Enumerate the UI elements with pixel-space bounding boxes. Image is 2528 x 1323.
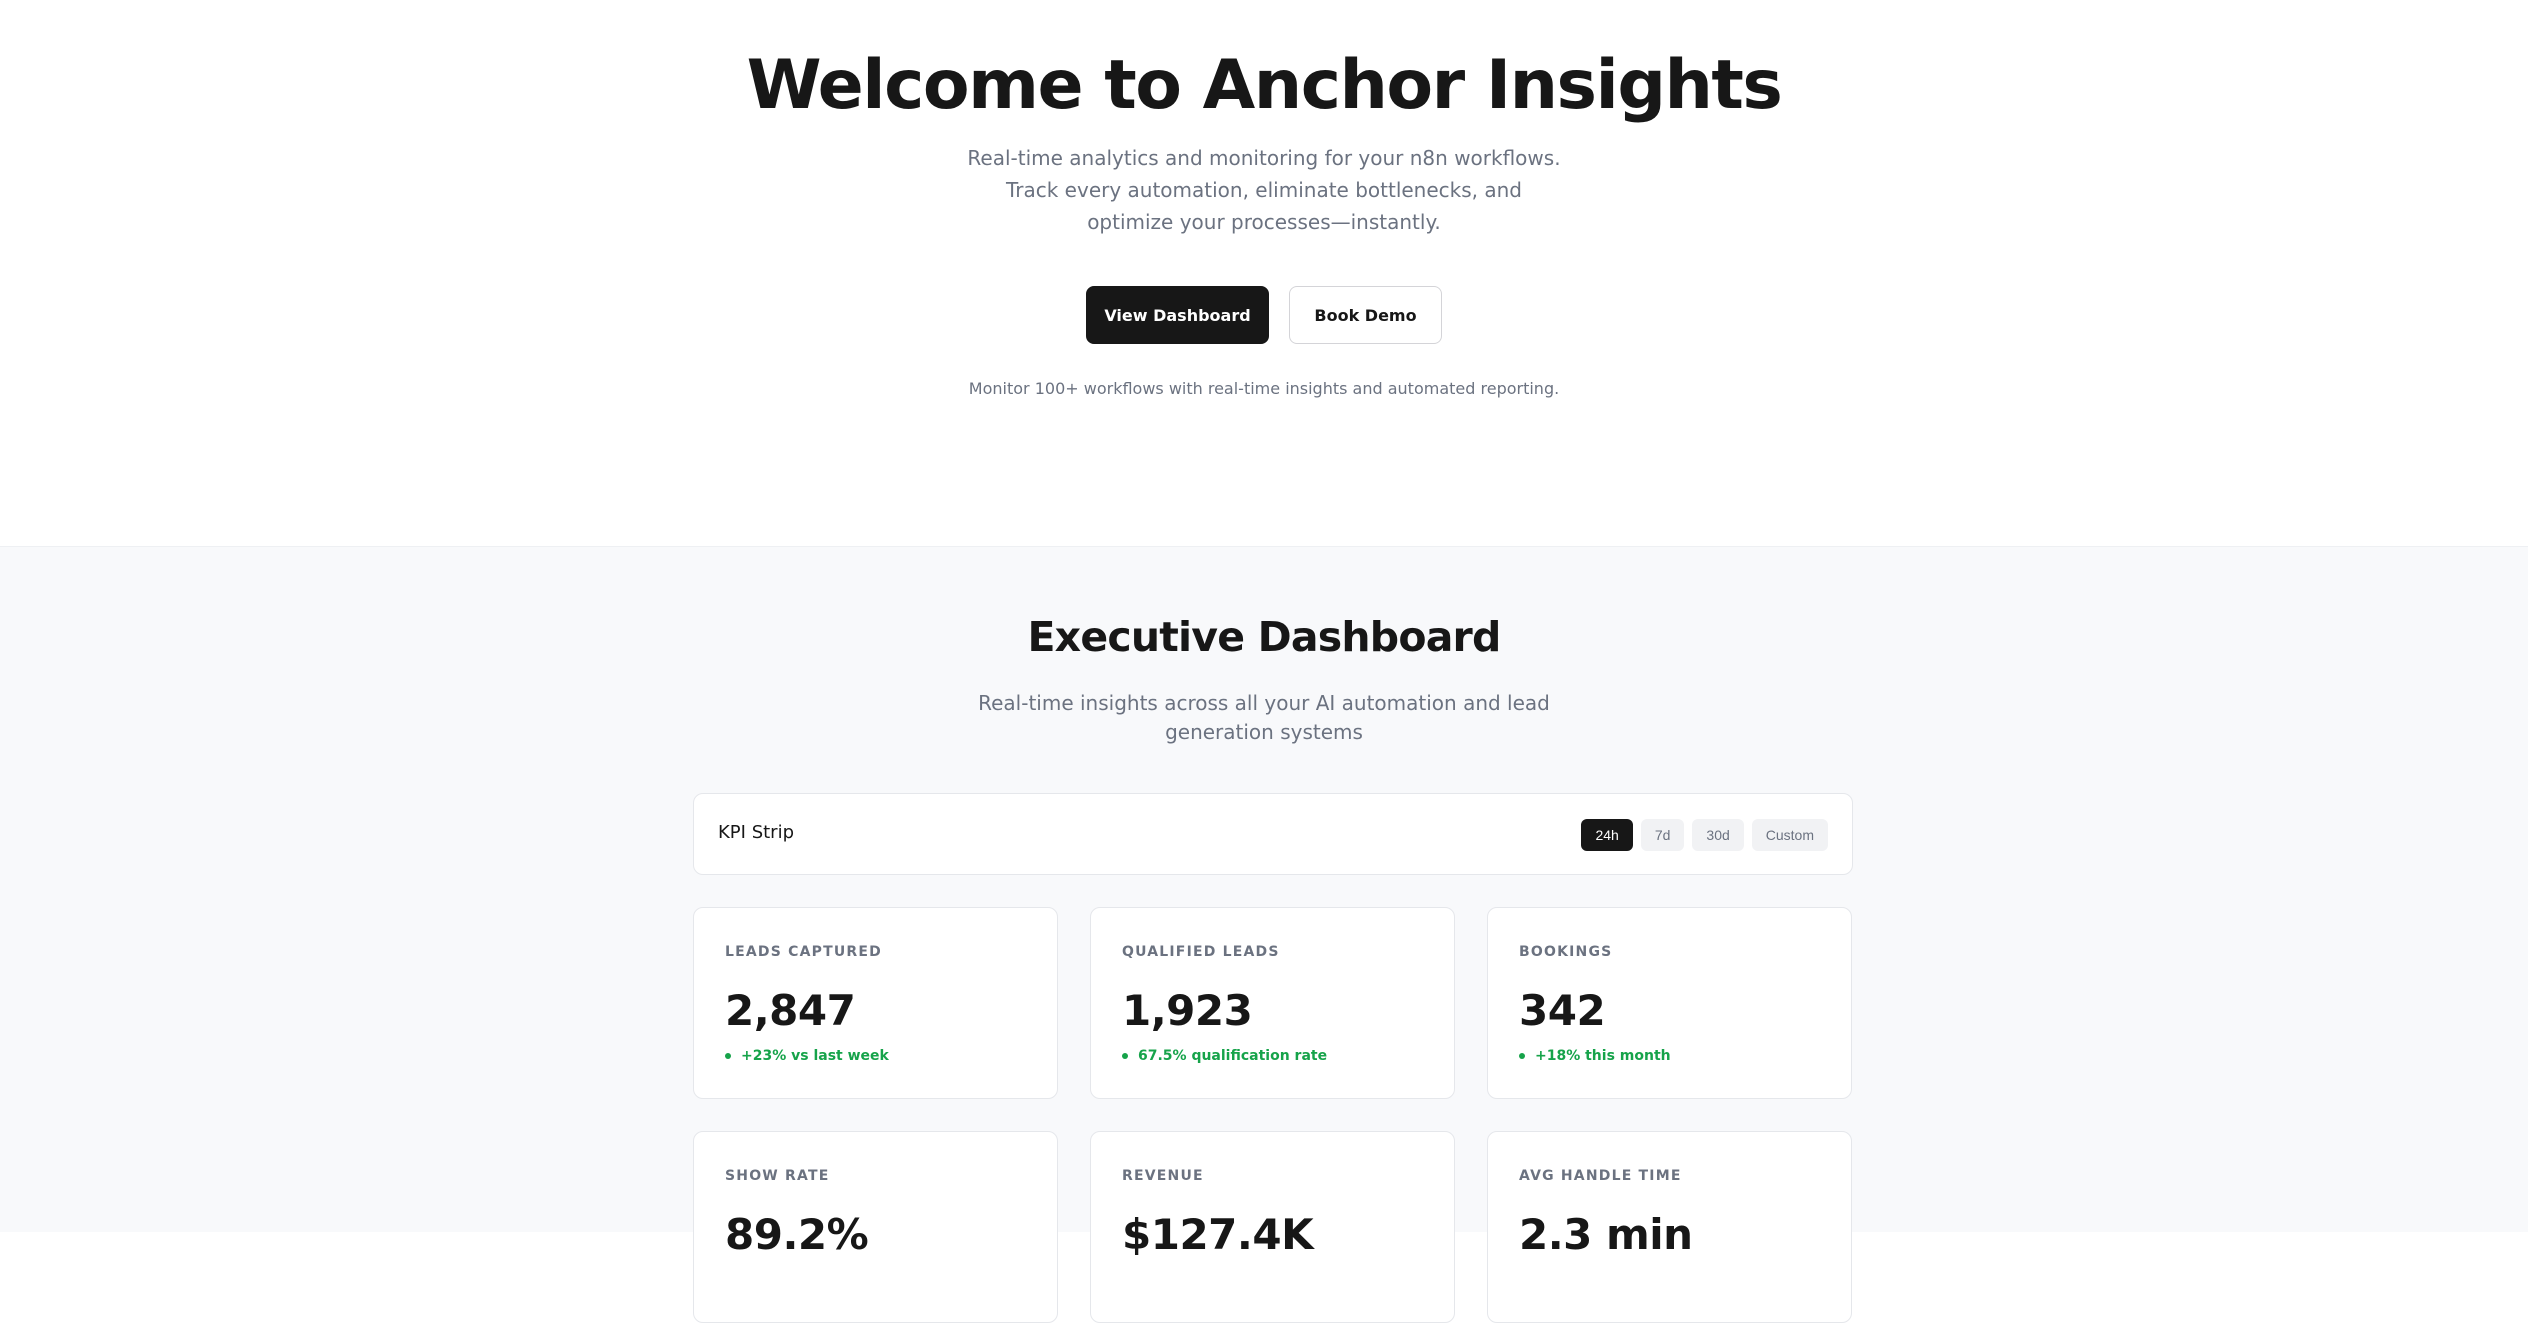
kpi-cards-grid: LEADS CAPTURED 2,847 +23% vs last week Q… xyxy=(693,907,1853,1323)
kpi-card-value: 89.2% xyxy=(725,1210,869,1259)
kpi-card-label: BOOKINGS xyxy=(1519,944,1613,960)
range-custom-button[interactable]: Custom xyxy=(1751,819,1828,851)
kpi-card-revenue: REVENUE $127.4K xyxy=(1090,1131,1455,1323)
status-dot-icon xyxy=(1519,1053,1525,1059)
kpi-card-label: REVENUE xyxy=(1122,1168,1204,1184)
kpi-card-value: $127.4K xyxy=(1122,1210,1314,1259)
kpi-card-qualified-leads: QUALIFIED LEADS 1,923 67.5% qualificatio… xyxy=(1090,907,1455,1099)
kpi-card-label: SHOW RATE xyxy=(725,1168,830,1184)
time-range-selector: 24h 7d 30d Custom xyxy=(1581,819,1828,851)
hero-title: Welcome to Anchor Insights xyxy=(746,46,1783,125)
hero-note: Monitor 100+ workflows with real-time in… xyxy=(968,379,1560,398)
hero-subtitle: Real-time analytics and monitoring for y… xyxy=(967,146,1561,234)
kpi-card-value: 2,847 xyxy=(725,986,856,1035)
range-7d-button[interactable]: 7d xyxy=(1640,819,1685,851)
view-dashboard-button[interactable]: View Dashboard xyxy=(1086,286,1269,344)
kpi-card-delta-text: 67.5% qualification rate xyxy=(1138,1048,1328,1064)
hero-section: Welcome to Anchor Insights Real-time ana… xyxy=(0,0,2528,546)
kpi-card-value: 2.3 min xyxy=(1519,1210,1693,1259)
executive-dashboard-section: Executive Dashboard Real-time insights a… xyxy=(0,546,2528,1323)
kpi-card-show-rate: SHOW RATE 89.2% xyxy=(693,1131,1058,1323)
kpi-strip-label: KPI Strip xyxy=(718,822,794,843)
dashboard-subtitle: Real-time insights across all your AI au… xyxy=(978,691,1550,744)
kpi-card-avg-handle-time: AVG HANDLE TIME 2.3 min xyxy=(1487,1131,1852,1323)
kpi-card-delta: 67.5% qualification rate xyxy=(1122,1048,1327,1064)
range-24h-button[interactable]: 24h xyxy=(1581,819,1633,851)
dashboard-title: Executive Dashboard xyxy=(1027,613,1501,661)
book-demo-button[interactable]: Book Demo xyxy=(1289,286,1442,344)
range-30d-button[interactable]: 30d xyxy=(1692,819,1744,851)
hero-buttons: View Dashboard Book Demo xyxy=(0,286,2528,344)
kpi-card-value: 342 xyxy=(1519,986,1606,1035)
status-dot-icon xyxy=(1122,1053,1128,1059)
kpi-card-label: QUALIFIED LEADS xyxy=(1122,944,1280,960)
kpi-card-delta-text: +23% vs last week xyxy=(741,1048,889,1064)
kpi-card-label: AVG HANDLE TIME xyxy=(1519,1168,1682,1184)
kpi-card-label: LEADS CAPTURED xyxy=(725,944,882,960)
kpi-strip: KPI Strip 24h 7d 30d Custom xyxy=(693,793,1853,875)
kpi-card-leads-captured: LEADS CAPTURED 2,847 +23% vs last week xyxy=(693,907,1058,1099)
kpi-card-delta-text: +18% this month xyxy=(1535,1048,1671,1064)
kpi-card-value: 1,923 xyxy=(1122,986,1253,1035)
kpi-card-delta: +18% this month xyxy=(1519,1048,1671,1064)
status-dot-icon xyxy=(725,1053,731,1059)
kpi-card-delta: +23% vs last week xyxy=(725,1048,889,1064)
kpi-card-bookings: BOOKINGS 342 +18% this month xyxy=(1487,907,1852,1099)
